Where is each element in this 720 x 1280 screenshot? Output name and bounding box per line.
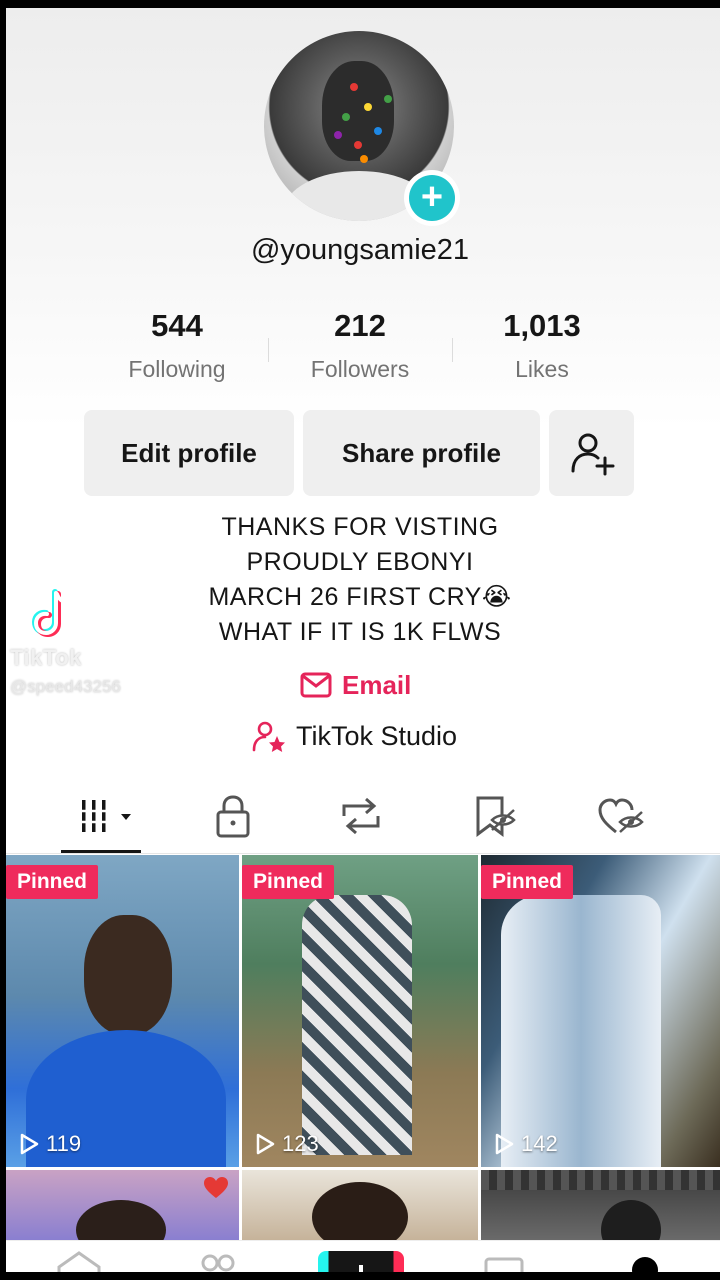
stat-divider [268, 338, 269, 362]
tiktok-logo-icon [31, 589, 72, 638]
face-paint-dot [360, 155, 368, 163]
face-paint-dot [384, 95, 392, 103]
stat-followers-label: Followers [310, 356, 410, 382]
studio-creator-icon [252, 721, 285, 752]
video-thumbnail[interactable] [6, 1170, 239, 1240]
studio-label: TikTok Studio [296, 720, 458, 751]
bio-line: PROUDLY EBONYI [246, 548, 474, 576]
home-icon[interactable] [54, 1251, 104, 1272]
stat-likes[interactable]: 1,013 Likes [462, 308, 622, 383]
video-thumbnail[interactable]: Pinned 142 [481, 855, 720, 1167]
face-paint-dot [342, 113, 350, 121]
play-icon [256, 1133, 275, 1155]
thumbnail-person [601, 1200, 661, 1240]
face-paint-dot [354, 141, 362, 149]
watermark-handle: @speed43256 [10, 677, 121, 696]
view-count-value: 119 [46, 1131, 82, 1156]
add-friend-button[interactable] [549, 410, 634, 496]
thumbnail-person [312, 1182, 408, 1240]
view-count: 142 [493, 1131, 558, 1157]
profile-tabs [6, 780, 720, 854]
email-label: Email [342, 669, 412, 700]
bottom-navigation [6, 1240, 720, 1272]
thumbnail-person [84, 915, 172, 1035]
stat-divider [452, 338, 453, 362]
profile-icon[interactable] [632, 1257, 658, 1272]
stat-following[interactable]: 544 Following [97, 308, 257, 383]
face-paint-dot [350, 83, 358, 91]
video-thumbnail[interactable]: Pinned 123 [242, 855, 478, 1167]
bio-line: THANKS FOR VISTING [221, 513, 499, 541]
pinned-badge: Pinned [481, 865, 574, 899]
add-avatar-button[interactable]: + [404, 170, 460, 226]
pinned-badge: Pinned [242, 865, 335, 899]
edit-profile-button[interactable]: Edit profile [84, 410, 294, 496]
tab-videos[interactable] [78, 794, 140, 838]
tiktok-watermark: TikTok @speed43256 [10, 588, 180, 697]
heart-icon [204, 1177, 228, 1198]
repost-icon [342, 797, 380, 835]
liked-icon [598, 798, 644, 834]
stat-followers-value: 212 [334, 308, 386, 343]
profile-screen: + @youngsamie21 544 Following 212 Follow… [6, 8, 720, 1272]
thumbnail-person [501, 895, 661, 1167]
video-grid: Pinned 119 Pinned 123 Pinned 142 [6, 855, 720, 1272]
view-count-value: 142 [521, 1131, 558, 1156]
face-paint-dot [364, 103, 372, 111]
email-link[interactable]: Email [300, 668, 411, 702]
mail-icon [300, 672, 332, 698]
video-thumbnail[interactable] [481, 1170, 720, 1240]
videos-grid-icon [80, 800, 131, 832]
play-icon [495, 1133, 514, 1155]
view-count-value: 123 [282, 1131, 319, 1156]
share-profile-button[interactable]: Share profile [303, 410, 540, 496]
view-count: 123 [254, 1131, 319, 1157]
stat-followers[interactable]: 212 Followers [280, 308, 440, 383]
watermark-brand: TikTok [10, 645, 82, 670]
video-thumbnail[interactable]: Pinned 119 [6, 855, 239, 1167]
plus-icon [359, 1265, 363, 1272]
profile-username: @youngsamie21 [250, 234, 470, 266]
friends-icon[interactable] [196, 1253, 240, 1272]
active-tab-indicator [61, 850, 141, 853]
stat-following-label: Following [128, 356, 226, 382]
lock-icon [216, 795, 250, 838]
stat-likes-label: Likes [515, 356, 569, 382]
tiktok-studio-link[interactable]: TikTok Studio [252, 718, 457, 754]
video-thumbnail[interactable] [242, 1170, 478, 1240]
tab-favorites[interactable] [470, 794, 520, 838]
tab-reposts[interactable] [336, 794, 386, 838]
inbox-icon[interactable] [482, 1255, 526, 1272]
stat-following-value: 544 [151, 308, 203, 343]
thumbnail-person [76, 1200, 166, 1240]
add-friend-icon [571, 433, 614, 476]
face-paint-dot [334, 131, 342, 139]
pinned-badge: Pinned [6, 865, 99, 899]
stat-likes-value: 1,013 [503, 308, 581, 343]
face-paint-dot [374, 127, 382, 135]
create-button[interactable] [318, 1251, 404, 1272]
thumbnail-background [481, 1170, 720, 1190]
play-icon [20, 1133, 39, 1155]
tab-liked[interactable] [596, 794, 646, 838]
thumbnail-person [302, 895, 412, 1155]
view-count: 119 [18, 1131, 81, 1157]
plus-icon: + [409, 175, 455, 221]
favorites-icon [476, 796, 516, 837]
tab-private[interactable] [208, 794, 258, 838]
